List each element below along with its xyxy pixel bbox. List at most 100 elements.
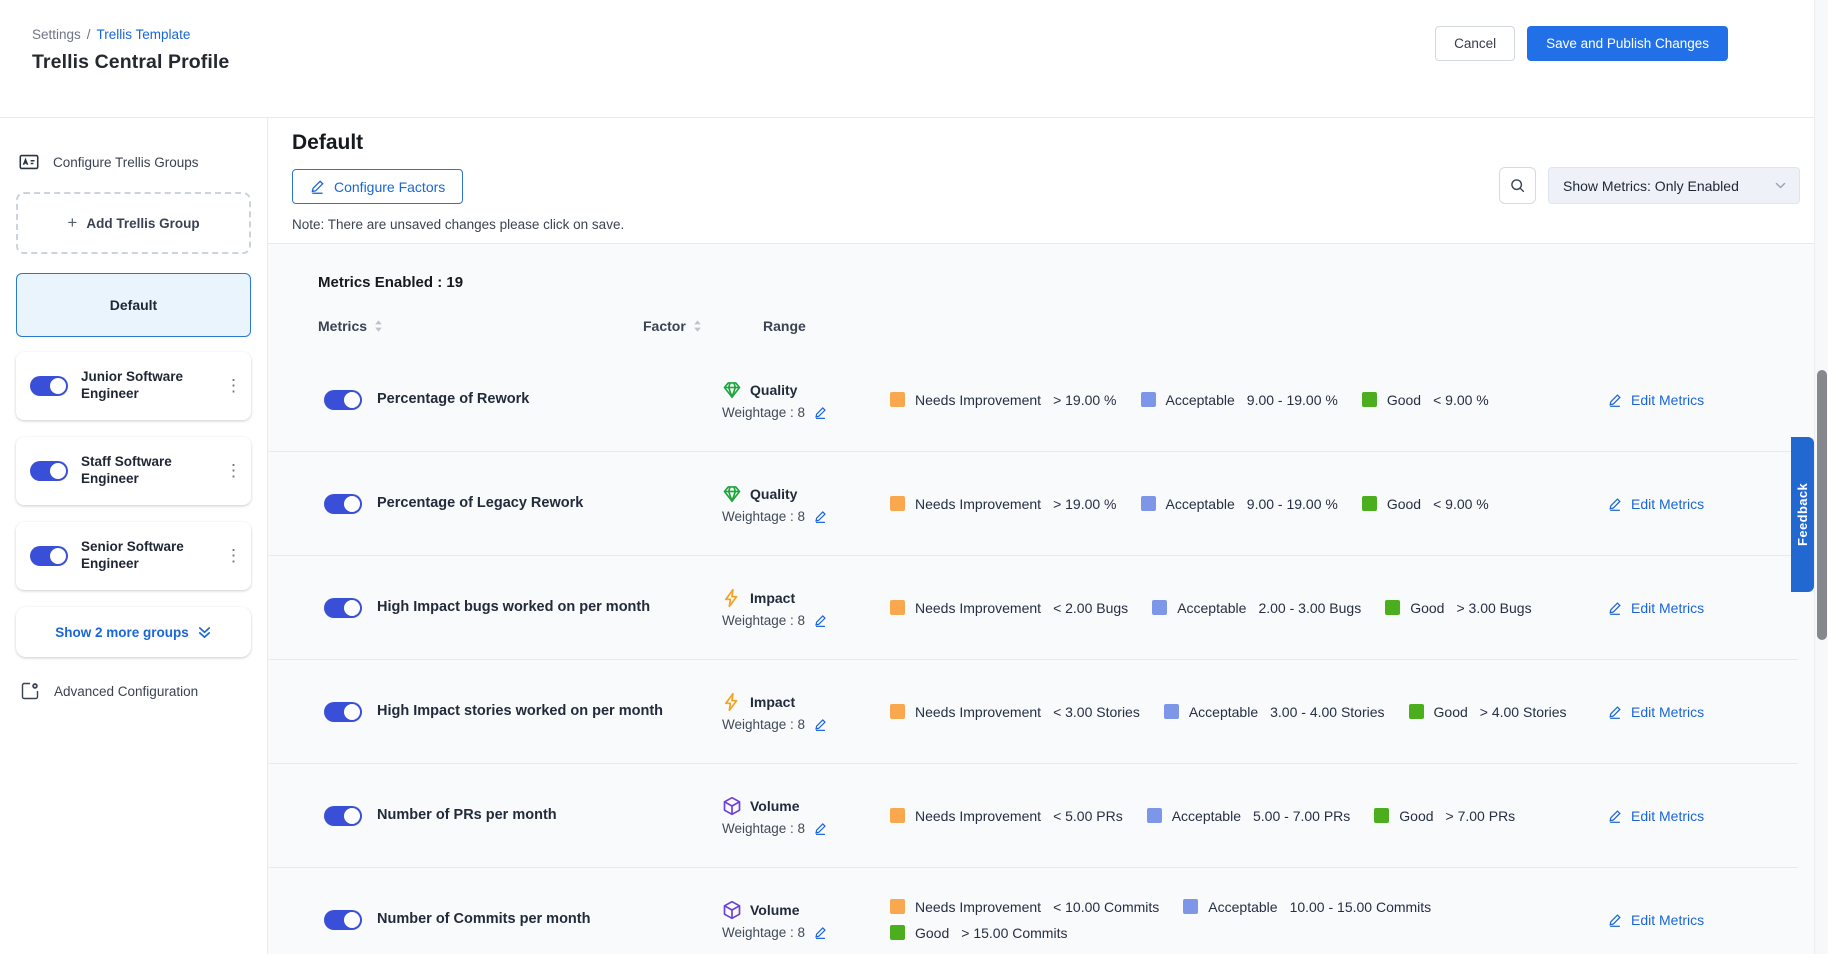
range-color-swatch	[1141, 392, 1156, 407]
breadcrumb-trellis-template[interactable]: Trellis Template	[97, 27, 191, 42]
kebab-menu-icon[interactable]: ⋮	[225, 461, 241, 481]
advanced-configuration-icon	[20, 681, 40, 701]
range-level-label: Needs Improvement	[915, 899, 1041, 915]
metric-rows: Percentage of Rework Quality Weightage :…	[268, 348, 1828, 954]
factor-cell: Quality Weightage : 8	[722, 484, 890, 524]
range-color-swatch	[1152, 600, 1167, 615]
advanced-configuration-label: Advanced Configuration	[54, 684, 198, 699]
table-header-row: Metrics Factor Range	[268, 318, 1828, 334]
save-and-publish-button[interactable]: Save and Publish Changes	[1527, 26, 1728, 61]
range-color-swatch	[890, 808, 905, 823]
edit-metrics-link[interactable]: Edit Metrics	[1608, 808, 1798, 824]
range-color-swatch	[1141, 496, 1156, 511]
sidebar-group-item[interactable]: Junior Software Engineer ⋮	[16, 352, 251, 420]
metric-row: High Impact bugs worked on per month Imp…	[268, 556, 1798, 660]
factor-label: Impact	[750, 694, 795, 710]
group-enabled-toggle[interactable]	[30, 546, 68, 566]
configure-factors-button[interactable]: Configure Factors	[292, 169, 463, 204]
range-value: < 9.00 %	[1433, 496, 1489, 512]
range-level-label: Acceptable	[1172, 808, 1241, 824]
range-level-label: Good	[1410, 600, 1444, 616]
metric-enabled-toggle[interactable]	[324, 598, 362, 618]
edit-weightage-icon[interactable]	[814, 406, 827, 419]
range-color-swatch	[1374, 808, 1389, 823]
gem-quality-icon	[722, 380, 742, 400]
sort-icon[interactable]	[374, 319, 383, 333]
range-color-swatch	[1362, 496, 1377, 511]
edit-metrics-link[interactable]: Edit Metrics	[1608, 704, 1798, 720]
column-header-metrics[interactable]: Metrics	[318, 318, 643, 334]
edit-weightage-icon[interactable]	[814, 614, 827, 627]
metric-enabled-toggle[interactable]	[324, 390, 362, 410]
edit-weightage-icon[interactable]	[814, 822, 827, 835]
edit-metrics-link[interactable]: Edit Metrics	[1608, 912, 1798, 928]
breadcrumb-settings[interactable]: Settings	[32, 27, 81, 42]
range-badge: Needs Improvement > 19.00 %	[890, 392, 1117, 408]
range-value: < 5.00 PRs	[1053, 808, 1123, 824]
edit-pen-icon	[1608, 913, 1622, 927]
metric-enabled-toggle[interactable]	[324, 494, 362, 514]
group-enabled-toggle[interactable]	[30, 376, 68, 396]
metric-name: Number of PRs per month	[377, 806, 722, 825]
group-label: Junior Software Engineer	[81, 369, 212, 403]
vertical-scrollbar-track[interactable]	[1814, 0, 1828, 954]
range-level-label: Needs Improvement	[915, 392, 1041, 408]
range-badge: Acceptable 3.00 - 4.00 Stories	[1164, 704, 1385, 720]
sidebar-group-item[interactable]: Senior Software Engineer ⋮	[16, 522, 251, 590]
unsaved-changes-note: Note: There are unsaved changes please c…	[292, 217, 1828, 232]
show-more-groups-button[interactable]: Show 2 more groups	[16, 607, 251, 657]
metrics-enabled-count: Metrics Enabled : 19	[318, 274, 1828, 291]
edit-weightage-icon[interactable]	[814, 510, 827, 523]
sort-icon[interactable]	[693, 319, 702, 333]
kebab-menu-icon[interactable]: ⋮	[225, 376, 241, 396]
range-level-label: Good	[915, 925, 949, 941]
search-button[interactable]	[1499, 167, 1536, 204]
add-trellis-group-button[interactable]: + Add Trellis Group	[16, 192, 251, 254]
main-content: Default Configure Factors	[268, 118, 1828, 954]
show-metrics-dropdown[interactable]: Show Metrics: Only Enabled	[1548, 167, 1800, 204]
range-value: > 7.00 PRs	[1446, 808, 1516, 824]
edit-weightage-icon[interactable]	[814, 926, 827, 939]
column-header-factor[interactable]: Factor	[643, 318, 763, 334]
factor-cell: Impact Weightage : 8	[722, 692, 890, 732]
range-badge: Good > 4.00 Stories	[1409, 704, 1567, 720]
metrics-table-panel: Metrics Enabled : 19 Metrics Factor	[268, 243, 1828, 954]
edit-pen-icon	[310, 179, 325, 194]
cube-volume-icon	[722, 900, 742, 920]
edit-metrics-link[interactable]: Edit Metrics	[1608, 392, 1798, 408]
sidebar: Configure Trellis Groups + Add Trellis G…	[0, 118, 268, 954]
metric-enabled-toggle[interactable]	[324, 702, 362, 722]
edit-metrics-link[interactable]: Edit Metrics	[1608, 600, 1798, 616]
edit-pen-icon	[1608, 705, 1622, 719]
range-color-swatch	[890, 392, 905, 407]
range-badge: Acceptable 9.00 - 19.00 %	[1141, 392, 1338, 408]
lightning-impact-icon	[722, 692, 742, 712]
double-chevron-down-icon	[197, 625, 212, 640]
metric-enabled-toggle[interactable]	[324, 806, 362, 826]
top-header: Settings / Trellis Template Trellis Cent…	[0, 0, 1828, 118]
metric-row: Number of PRs per month Volume Weightage…	[268, 764, 1798, 868]
group-enabled-toggle[interactable]	[30, 461, 68, 481]
feedback-tab[interactable]: Feedback	[1791, 437, 1814, 592]
weightage-label: Weightage : 8	[722, 925, 805, 940]
range-value: > 19.00 %	[1053, 392, 1116, 408]
weightage: Weightage : 8	[722, 613, 890, 628]
range-level-label: Needs Improvement	[915, 496, 1041, 512]
metric-enabled-toggle[interactable]	[324, 910, 362, 930]
range-value: > 4.00 Stories	[1480, 704, 1567, 720]
edit-metrics-link[interactable]: Edit Metrics	[1608, 496, 1798, 512]
cancel-button[interactable]: Cancel	[1435, 26, 1515, 61]
range-color-swatch	[1385, 600, 1400, 615]
range-color-swatch	[1183, 899, 1198, 914]
range-value: < 10.00 Commits	[1053, 899, 1159, 915]
main-toolbar: Show Metrics: Only Enabled	[1499, 167, 1800, 204]
advanced-configuration-link[interactable]: Advanced Configuration	[16, 681, 251, 701]
vertical-scrollbar-thumb[interactable]	[1817, 370, 1827, 640]
metric-name: Percentage of Legacy Rework	[377, 494, 722, 513]
sidebar-item-default[interactable]: Default	[16, 273, 251, 337]
edit-weightage-icon[interactable]	[814, 718, 827, 731]
range-value: > 3.00 Bugs	[1456, 600, 1531, 616]
kebab-menu-icon[interactable]: ⋮	[225, 546, 241, 566]
sidebar-group-item[interactable]: Staff Software Engineer ⋮	[16, 437, 251, 505]
range-color-swatch	[1147, 808, 1162, 823]
